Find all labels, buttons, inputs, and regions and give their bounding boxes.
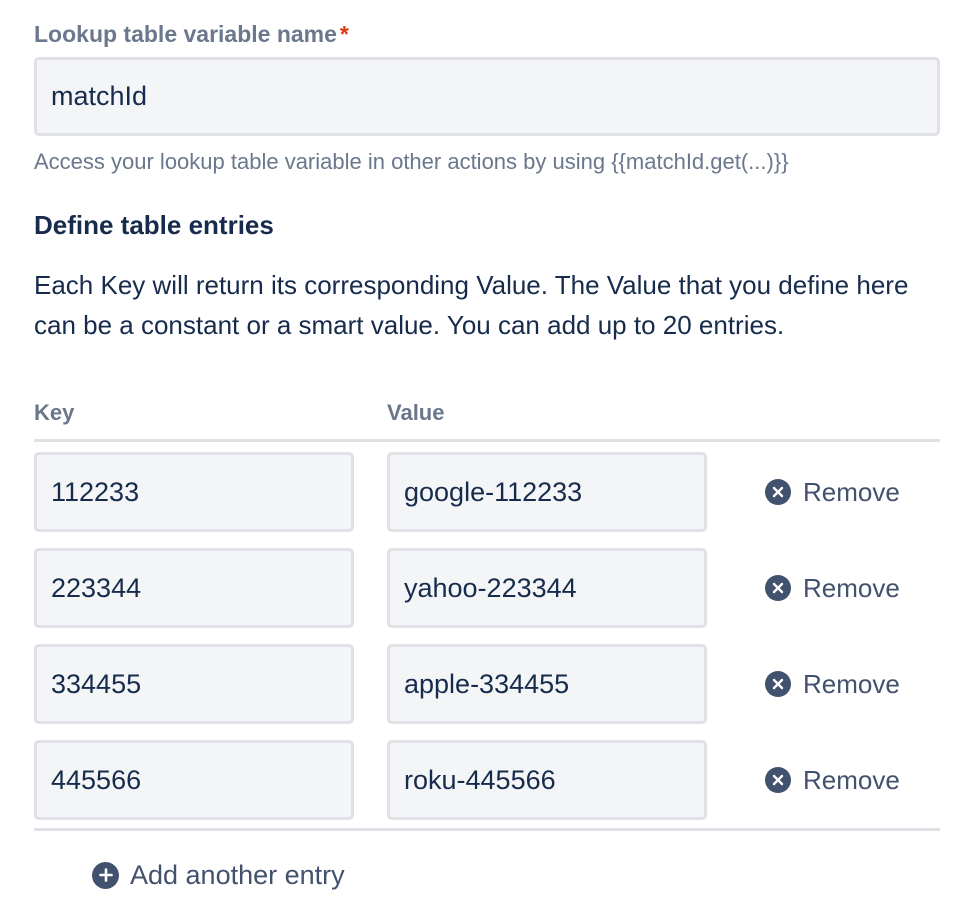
key-input[interactable] bbox=[34, 548, 354, 628]
add-entry-button[interactable]: Add another entry bbox=[92, 855, 345, 895]
remove-button[interactable]: Remove bbox=[765, 472, 900, 512]
value-input[interactable] bbox=[387, 548, 707, 628]
close-circle-icon bbox=[765, 767, 791, 793]
lookup-variable-input[interactable] bbox=[34, 57, 940, 136]
key-input[interactable] bbox=[34, 452, 354, 532]
remove-label: Remove bbox=[803, 572, 900, 603]
value-input[interactable] bbox=[387, 452, 707, 532]
required-marker: * bbox=[339, 21, 349, 47]
lookup-variable-label-text: Lookup table variable name bbox=[34, 21, 337, 47]
key-input[interactable] bbox=[34, 740, 354, 820]
remove-label: Remove bbox=[803, 668, 900, 699]
plus-circle-icon bbox=[92, 861, 119, 889]
section-description: Each Key will return its corresponding V… bbox=[34, 270, 909, 340]
value-input[interactable] bbox=[387, 740, 707, 820]
value-column-header: Value bbox=[387, 400, 445, 425]
remove-button[interactable]: Remove bbox=[765, 760, 900, 800]
remove-button[interactable]: Remove bbox=[765, 568, 900, 608]
close-circle-icon bbox=[765, 671, 791, 697]
entries-table: Remove Remove Remove Remove bbox=[34, 452, 940, 836]
remove-label: Remove bbox=[803, 764, 900, 795]
add-entry-label: Add another entry bbox=[130, 859, 345, 890]
table-row: Remove bbox=[34, 452, 940, 532]
table-row: Remove bbox=[34, 548, 940, 628]
close-circle-icon bbox=[765, 575, 791, 601]
table-row: Remove bbox=[34, 740, 940, 820]
close-circle-icon bbox=[765, 479, 791, 505]
table-divider-top bbox=[34, 439, 940, 442]
remove-button[interactable]: Remove bbox=[765, 664, 900, 704]
lookup-variable-helper: Access your lookup table variable in oth… bbox=[34, 149, 789, 174]
table-divider-bottom bbox=[34, 828, 940, 831]
key-input[interactable] bbox=[34, 644, 354, 724]
value-input[interactable] bbox=[387, 644, 707, 724]
remove-label: Remove bbox=[803, 476, 900, 507]
section-title: Define table entries bbox=[34, 210, 274, 240]
table-row: Remove bbox=[34, 644, 940, 724]
lookup-variable-label: Lookup table variable name * bbox=[34, 20, 349, 48]
key-column-header: Key bbox=[34, 400, 75, 425]
